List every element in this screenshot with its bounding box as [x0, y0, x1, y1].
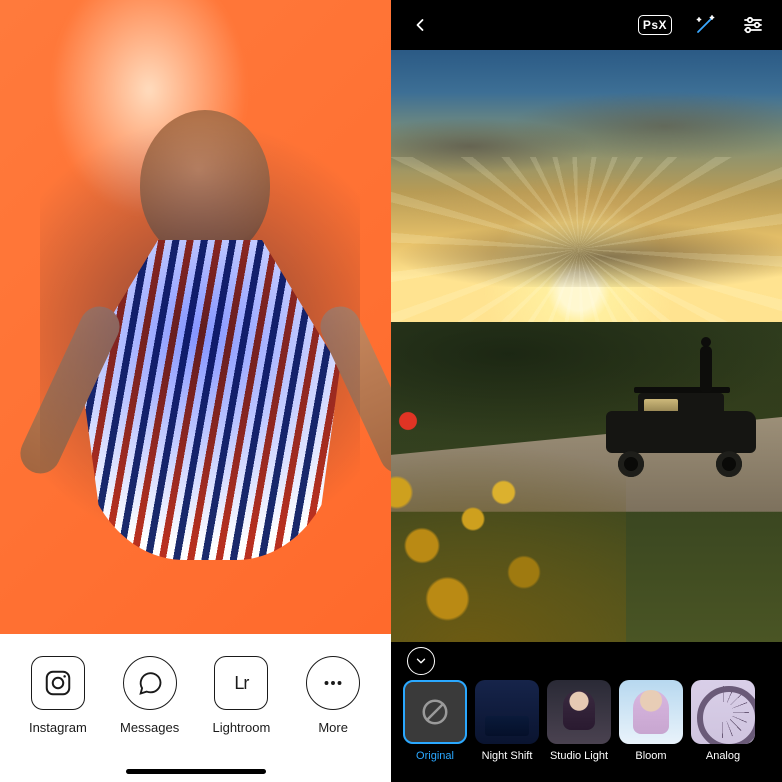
editor-screen: PsX	[391, 0, 782, 782]
adjustments-button[interactable]	[738, 10, 768, 40]
no-filter-icon	[403, 680, 467, 744]
edited-photo-preview	[0, 0, 391, 634]
filter-panel: Original Night Shift Studio Light Bloom …	[391, 642, 782, 782]
filter-thumb	[691, 680, 755, 744]
subject-car	[606, 393, 756, 471]
filter-strip[interactable]: Original Night Shift Studio Light Bloom …	[391, 680, 782, 782]
filter-label: Night Shift	[482, 750, 533, 762]
filter-analog[interactable]: Analog	[691, 680, 755, 762]
filter-studio-light[interactable]: Studio Light	[547, 680, 611, 762]
photo-viewport[interactable]	[391, 50, 782, 642]
share-target-lightroom[interactable]: Lr Lightroom	[196, 656, 288, 735]
back-button[interactable]	[405, 10, 435, 40]
filter-bloom[interactable]: Bloom	[619, 680, 683, 762]
share-label: More	[318, 720, 348, 735]
auto-enhance-button[interactable]	[690, 10, 720, 40]
share-label: Instagram	[29, 720, 87, 735]
filter-thumb	[547, 680, 611, 744]
filter-label: Bloom	[635, 750, 666, 762]
instagram-icon	[31, 656, 85, 710]
home-indicator[interactable]	[126, 769, 266, 774]
filter-original[interactable]: Original	[403, 680, 467, 762]
collapse-filters-button[interactable]	[407, 647, 435, 675]
share-label: Lightroom	[212, 720, 270, 735]
psx-badge-button[interactable]: PsX	[638, 10, 672, 40]
filter-night-shift[interactable]: Night Shift	[475, 680, 539, 762]
filter-label: Analog	[706, 750, 740, 762]
share-screen: Instagram Messages Lr Lightroom More	[0, 0, 391, 782]
messages-icon	[123, 656, 177, 710]
more-icon	[306, 656, 360, 710]
filter-thumb	[619, 680, 683, 744]
share-target-instagram[interactable]: Instagram	[12, 656, 104, 735]
lightroom-icon: Lr	[214, 656, 268, 710]
subject-person	[700, 346, 712, 392]
filter-label: Original	[416, 750, 454, 762]
share-target-messages[interactable]: Messages	[104, 656, 196, 735]
share-bar: Instagram Messages Lr Lightroom More	[0, 634, 391, 782]
share-label: Messages	[120, 720, 179, 735]
filter-thumb	[475, 680, 539, 744]
editor-top-bar: PsX	[391, 0, 782, 50]
filter-label: Studio Light	[550, 750, 608, 762]
share-target-more[interactable]: More	[287, 656, 379, 735]
psx-label: PsX	[643, 18, 667, 32]
